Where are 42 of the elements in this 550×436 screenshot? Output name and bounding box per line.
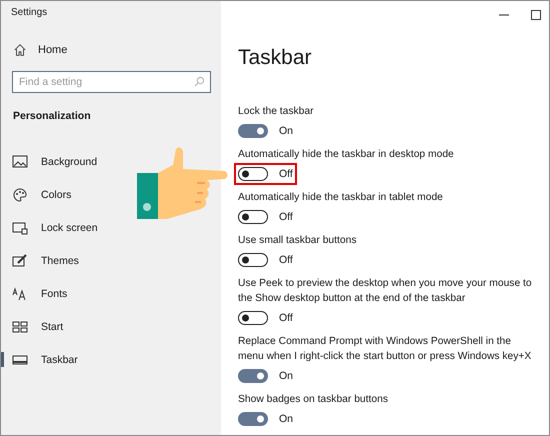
section-heading: Personalization: [13, 110, 92, 122]
toggle-switch[interactable]: [238, 253, 268, 267]
maximize-button[interactable]: [531, 10, 541, 20]
page-title: Taskbar: [238, 46, 313, 71]
toggle-switch[interactable]: [238, 311, 268, 325]
search-icon: [194, 76, 205, 87]
toggle-switch[interactable]: [238, 412, 268, 426]
letters-icon: [12, 286, 28, 302]
toggle-state: On: [279, 370, 294, 382]
setting-label: Lock the taskbar: [238, 105, 314, 119]
nav-item[interactable]: Themes: [1, 244, 221, 277]
setting-label: Show badges on taskbar buttons: [238, 393, 388, 407]
nav-item[interactable]: Colors: [1, 178, 221, 211]
toggle-state: Off: [279, 312, 293, 324]
nav-item[interactable]: Background: [1, 145, 221, 178]
palette-icon: [12, 186, 28, 202]
toggle-switch[interactable]: [238, 124, 268, 138]
nav-item[interactable]: Start: [1, 310, 221, 343]
toggle-switch[interactable]: [238, 210, 268, 224]
picture-icon: [12, 154, 28, 170]
toggle-switch[interactable]: [238, 369, 268, 383]
search-field[interactable]: Find a setting: [12, 71, 211, 93]
setting-label: Automatically hide the taskbar in tablet mode: [238, 191, 443, 205]
nav-item[interactable]: Fonts: [1, 277, 221, 310]
window-title: Settings: [10, 6, 48, 20]
home-link[interactable]: Home: [13, 43, 68, 57]
pen-icon: [12, 252, 28, 268]
toggle-state: On: [279, 413, 294, 425]
setting-label: Replace Command Prompt with Windows PowerShell in the menu when I right-click the start button or press Windows key+X: [238, 335, 532, 364]
nav-item[interactable]: Taskbar: [1, 343, 221, 376]
monitor-icon: [12, 220, 28, 236]
toggle-switch[interactable]: [238, 167, 268, 181]
toggle-state: Off: [279, 211, 293, 223]
toggle-state: On: [279, 125, 294, 137]
nav-item[interactable]: Lock screen: [1, 211, 221, 244]
tiles-icon: [12, 318, 28, 334]
toggle-state: Off: [279, 168, 293, 180]
setting-label: Use small taskbar buttons: [238, 234, 356, 248]
setting-label: Use Peek to preview the desktop when you move your mouse to the Show desktop button at the end of the taskbar: [238, 277, 533, 306]
setting-label: Automatically hide the taskbar in desktop mode: [238, 148, 454, 162]
home-icon: [13, 43, 27, 57]
toggle-state: Off: [279, 254, 293, 266]
